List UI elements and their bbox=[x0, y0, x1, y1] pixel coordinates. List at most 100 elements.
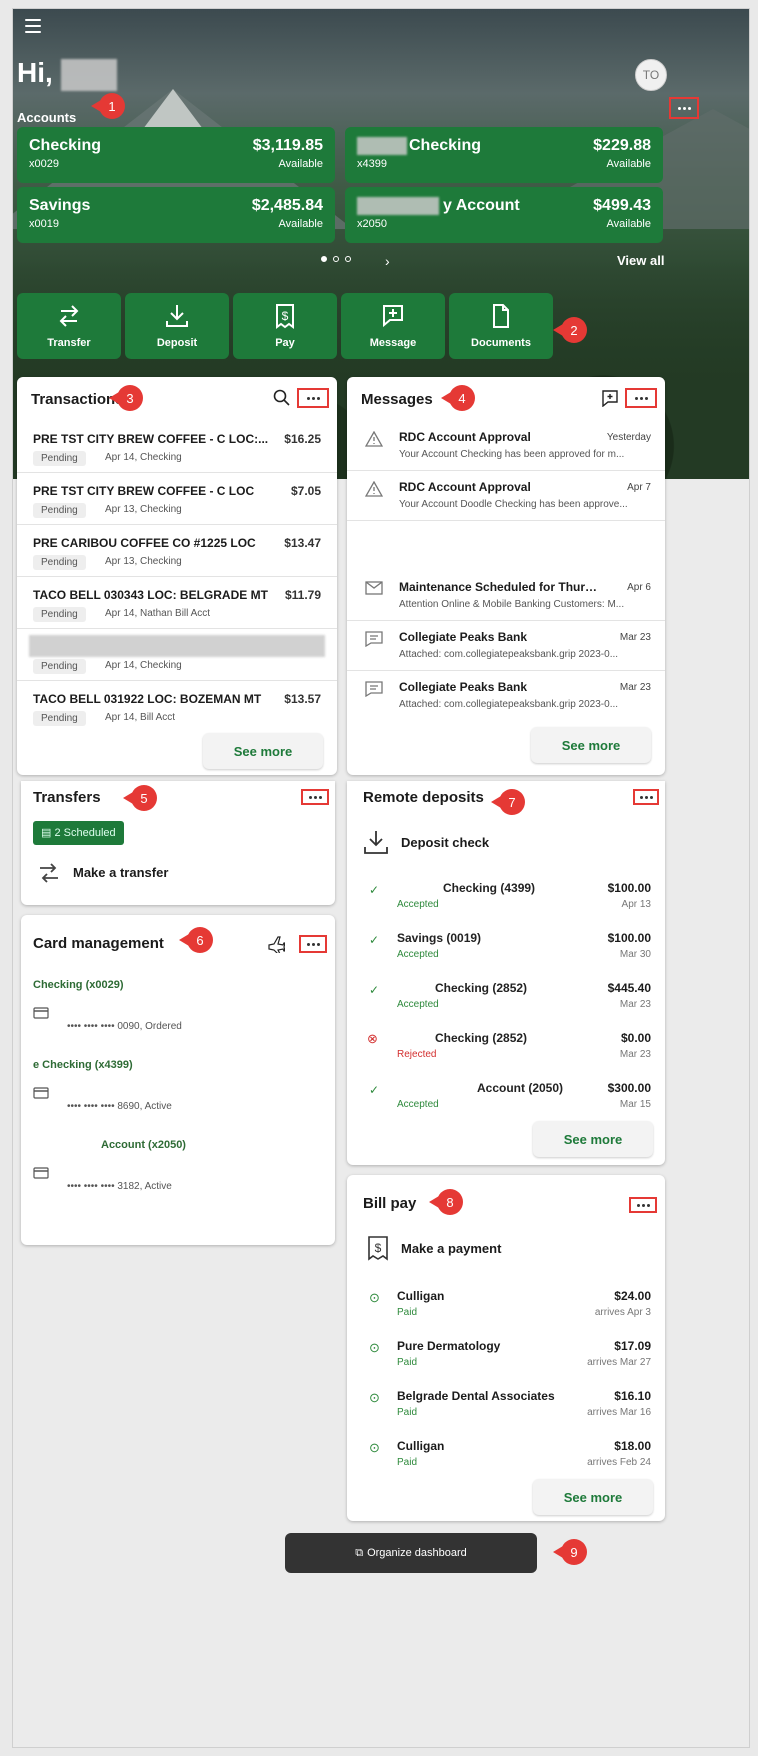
messages-more-button[interactable] bbox=[625, 388, 657, 408]
pay-action-button[interactable]: $ Pay bbox=[233, 293, 337, 359]
calendar-icon: ▤ bbox=[41, 827, 52, 839]
check-icon: ✓ bbox=[369, 883, 380, 897]
account-card-checking-0029[interactable]: Checking x0029 $3,119.85 Available bbox=[17, 127, 335, 183]
organize-dashboard-button[interactable]: ⧉ Organize dashboard bbox=[285, 1533, 537, 1573]
paid-check-icon: ⊙ bbox=[369, 1290, 380, 1305]
download-icon bbox=[364, 831, 388, 854]
airplane-icon[interactable] bbox=[267, 935, 285, 953]
deposit-row[interactable]: ✓ Checking (2852) Accepted $445.40 Mar 23 bbox=[347, 973, 665, 1023]
card-account-heading: Checking (x0029) bbox=[33, 979, 124, 991]
message-row[interactable]: Collegiate Peaks Bank Mar 23 Attached: com… bbox=[347, 671, 665, 721]
bill-payment-row[interactable]: ⊙ Belgrade Dental Associates Paid $16.10 arr… bbox=[347, 1381, 665, 1431]
card-account-heading: Account (x2050) bbox=[101, 1139, 186, 1151]
transfers-title: Transfers bbox=[33, 789, 101, 806]
deposit-row[interactable]: ⊗ Checking (2852) Rejected $0.00 Mar 23 bbox=[347, 1023, 665, 1073]
documents-action-button[interactable]: Documents bbox=[449, 293, 553, 359]
message-row[interactable]: Collegiate Peaks Bank Mar 23 Attached: com… bbox=[347, 621, 665, 671]
bill-icon: $ bbox=[368, 1236, 388, 1261]
message-row[interactable]: Maintenance Scheduled for Thursda... Apr … bbox=[347, 571, 665, 621]
greeting: Hi, bbox=[17, 57, 117, 91]
transfer-action-button[interactable]: Transfer bbox=[17, 293, 121, 359]
remote-deposits-more-button[interactable] bbox=[633, 789, 659, 805]
copy-icon: ⧉ bbox=[355, 1546, 364, 1559]
message-row[interactable]: RDC Account Approval Apr 7 Your Account Do… bbox=[347, 471, 665, 521]
check-icon: ✓ bbox=[369, 983, 380, 997]
chat-icon bbox=[365, 631, 383, 647]
transactions-panel: Transactions PRE TST CITY BREW COFFEE - … bbox=[17, 377, 337, 775]
callout-7: 7 bbox=[491, 789, 525, 815]
callout-6: 6 bbox=[179, 927, 213, 953]
card-management-panel: Card management Checking (x0029) •••• ••… bbox=[21, 915, 335, 1245]
accounts-label: Accounts bbox=[17, 110, 77, 125]
bill-payment-row[interactable]: ⊙ Culligan Paid $24.00 arrives Apr 3 bbox=[347, 1281, 665, 1331]
bill-pay-panel: Bill pay $ Make a payment ⊙ Culligan Paid $… bbox=[347, 1175, 665, 1521]
bill-pay-title: Bill pay bbox=[363, 1195, 417, 1212]
transaction-row[interactable]: TACO BELL 030343 LOC: BELGRADE MT $11.79 P… bbox=[17, 577, 337, 629]
make-payment-link[interactable]: Make a payment bbox=[401, 1241, 501, 1256]
deposit-row[interactable]: ✓ Checking (4399) Accepted $100.00 Apr 13 bbox=[347, 873, 665, 923]
view-all-link[interactable]: View all bbox=[617, 253, 664, 268]
transaction-row[interactable]: TACO BELL 031922 LOC: BOZEMAN MT $13.57 Pe… bbox=[17, 681, 337, 733]
transaction-row[interactable]: Pending Apr 14, Checking bbox=[17, 629, 337, 681]
callout-4: 4 bbox=[441, 385, 475, 411]
card-row[interactable]: •••• •••• •••• 8690, Active bbox=[67, 1101, 172, 1112]
messages-panel: Messages RDC Account Approval Yesterday Yo… bbox=[347, 377, 665, 775]
messages-see-more-button[interactable]: See more bbox=[531, 727, 651, 763]
document-icon bbox=[493, 304, 509, 328]
make-transfer-link[interactable]: Make a transfer bbox=[73, 865, 168, 880]
message-row[interactable]: RDC Account Approval Yesterday Your Accoun… bbox=[347, 421, 665, 471]
card-account-heading: e Checking (x4399) bbox=[33, 1059, 133, 1071]
search-icon[interactable] bbox=[273, 389, 291, 407]
card-management-more-button[interactable] bbox=[299, 935, 327, 953]
transaction-row[interactable]: PRE TST CITY BREW COFFEE - C LOC:... $16.… bbox=[17, 421, 337, 473]
transfers-panel: Transfers ▤ 2 Scheduled Make a transfer bbox=[21, 781, 335, 905]
remote-deposits-panel: Remote deposits Deposit check ✓ Checking … bbox=[347, 781, 665, 1165]
card-management-title: Card management bbox=[33, 935, 164, 952]
carousel-pager[interactable] bbox=[321, 256, 351, 262]
account-card-checking-4399[interactable]: Checking x4399 $229.88 Available bbox=[345, 127, 663, 183]
menu-icon[interactable] bbox=[25, 19, 41, 33]
transactions-more-button[interactable] bbox=[297, 388, 329, 408]
deposit-action-button[interactable]: Deposit bbox=[125, 293, 229, 359]
transaction-row[interactable]: PRE TST CITY BREW COFFEE - C LOC $7.05 Pen… bbox=[17, 473, 337, 525]
account-card-savings-0019[interactable]: Savings x0019 $2,485.84 Available bbox=[17, 187, 335, 243]
transactions-see-more-button[interactable]: See more bbox=[203, 733, 323, 769]
transaction-row[interactable]: PRE CARIBOU COFFEE CO #1225 LOC $13.47 Pen… bbox=[17, 525, 337, 577]
message-add-icon[interactable] bbox=[601, 389, 619, 407]
deposit-check-link[interactable]: Deposit check bbox=[401, 835, 489, 850]
accounts-more-button[interactable] bbox=[669, 97, 699, 119]
svg-text:$: $ bbox=[375, 1241, 382, 1255]
transfers-more-button[interactable] bbox=[301, 789, 329, 805]
bill-pay-more-button[interactable] bbox=[629, 1197, 657, 1213]
chat-icon bbox=[365, 681, 383, 697]
callout-5: 5 bbox=[123, 785, 157, 811]
card-row[interactable]: •••• •••• •••• 0090, Ordered bbox=[67, 1021, 182, 1032]
callout-2: 2 bbox=[553, 317, 587, 343]
svg-text:$: $ bbox=[282, 309, 289, 323]
bill-pay-see-more-button[interactable]: See more bbox=[533, 1479, 653, 1515]
message-action-button[interactable]: Message bbox=[341, 293, 445, 359]
bill-payment-row[interactable]: ⊙ Culligan Paid $18.00 arrives Feb 24 bbox=[347, 1431, 665, 1481]
check-icon: ✓ bbox=[369, 1083, 380, 1097]
deposit-row[interactable]: ✓ Account (2050) Accepted $300.00 Mar 15 bbox=[347, 1073, 665, 1123]
card-row[interactable]: •••• •••• •••• 3182, Active bbox=[67, 1181, 172, 1192]
credit-card-icon bbox=[33, 1007, 49, 1019]
credit-card-icon bbox=[33, 1167, 49, 1179]
transfer-icon bbox=[40, 863, 58, 883]
warning-icon bbox=[365, 481, 383, 497]
callout-8: 8 bbox=[429, 1189, 463, 1215]
rejected-icon: ⊗ bbox=[367, 1031, 378, 1046]
remote-deposits-title: Remote deposits bbox=[363, 789, 484, 806]
account-card-account-2050[interactable]: y Account x2050 $499.43 Available bbox=[345, 187, 663, 243]
bill-payment-row[interactable]: ⊙ Pure Dermatology Paid $17.09 arrives Mar 2… bbox=[347, 1331, 665, 1381]
credit-card-icon bbox=[33, 1087, 49, 1099]
remote-deposits-see-more-button[interactable]: See more bbox=[533, 1121, 653, 1157]
scheduled-badge[interactable]: ▤ 2 Scheduled bbox=[33, 821, 124, 845]
app-frame: Hi, TO Accounts 1 Checking x0029 $3,119.8… bbox=[12, 8, 750, 1748]
download-icon bbox=[166, 305, 188, 327]
callout-3: 3 bbox=[109, 385, 143, 411]
chevron-right-icon[interactable]: › bbox=[385, 253, 390, 269]
avatar[interactable]: TO bbox=[635, 59, 667, 91]
message-add-icon bbox=[383, 305, 403, 328]
deposit-row[interactable]: ✓ Savings (0019) Accepted $100.00 Mar 30 bbox=[347, 923, 665, 973]
